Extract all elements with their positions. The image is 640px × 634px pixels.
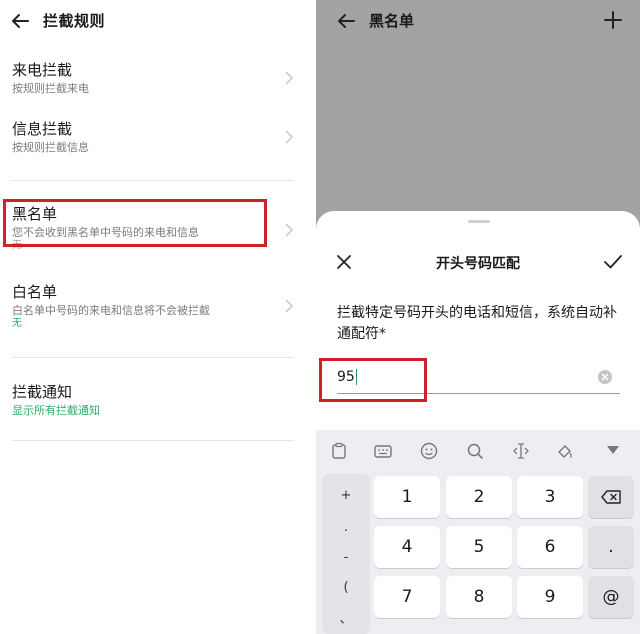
dot-key[interactable]: . [588,526,634,568]
cursor-move-icon[interactable] [512,442,530,460]
at-key[interactable]: @ [588,576,634,618]
chevron-right-icon [285,223,294,237]
highlight-box [3,199,267,247]
list-item-subtitle: 显示所有拦截通知 [12,404,100,417]
add-icon[interactable] [604,11,622,29]
list-item-title: 来电拦截 [12,61,73,79]
sheet-description: 拦截特定号码开头的电话和短信，系统自动补通配符* [337,305,617,342]
clipboard-icon[interactable] [330,442,348,460]
clear-input-icon[interactable] [598,370,612,384]
check-icon[interactable] [604,254,622,270]
list-item-title: 白名单 [12,283,58,301]
symbol-key[interactable]: . [322,520,370,535]
emoji-icon[interactable] [420,442,438,460]
blacklist-screen: 黑名单 开头号码匹配 拦截特定号码开头的电话和短信，系统自动补通配符* 95 +… [316,0,640,634]
divider [12,180,294,181]
divider [12,357,294,358]
key-4[interactable]: 4 [374,526,440,568]
back-arrow-icon[interactable] [336,11,356,31]
symbol-key[interactable]: 、 [322,608,370,627]
keyboard-toolbar [316,430,640,470]
chevron-right-icon [285,130,294,144]
key-6[interactable]: 6 [517,526,583,568]
list-item-call-intercept[interactable]: 来电拦截 按规则拦截来电 [12,60,294,96]
page-title: 黑名单 [369,12,415,30]
key-9[interactable]: 9 [517,576,583,618]
collapse-keyboard-icon[interactable] [606,444,620,456]
back-arrow-icon[interactable] [10,11,30,31]
chevron-right-icon [285,71,294,85]
list-item-title: 信息拦截 [12,120,73,138]
intercept-rules-screen: 拦截规则 来电拦截 按规则拦截来电 信息拦截 按规则拦截信息 黑名单 您不会收到… [0,0,314,634]
list-item-whitelist[interactable]: 白名单 白名单中号码的来电和信息将不会被拦截 无 [12,282,294,330]
list-item-subtitle: 按规则拦截信息 [12,141,89,154]
theme-brush-icon[interactable] [556,442,574,460]
list-item-title: 拦截通知 [12,383,73,401]
chevron-right-icon [285,299,294,313]
key-5[interactable]: 5 [446,526,512,568]
whitelist-count: 无 [12,318,22,329]
search-icon[interactable] [466,442,484,460]
divider [12,440,294,441]
key-8[interactable]: 8 [446,576,512,618]
sheet-handle[interactable] [468,220,490,223]
symbol-key[interactable]: + [322,488,370,503]
highlight-box [319,358,427,402]
keyboard-icon[interactable] [374,442,392,460]
list-item-subtitle: 按规则拦截来电 [12,82,89,95]
numeric-keyboard: + . - ( 、 1 2 3 4 5 6 . 7 8 9 @ [316,430,640,634]
key-2[interactable]: 2 [446,476,512,518]
sheet-title: 开头号码匹配 [436,256,520,272]
backspace-icon [601,490,621,504]
symbol-sidebar[interactable]: + . - ( 、 [322,474,370,634]
list-item-message-intercept[interactable]: 信息拦截 按规则拦截信息 [12,119,294,155]
symbol-key[interactable]: ( [322,580,370,595]
list-item-subtitle: 白名单中号码的来电和信息将不会被拦截 [12,304,210,317]
page-title: 拦截规则 [43,12,106,30]
key-7[interactable]: 7 [374,576,440,618]
key-1[interactable]: 1 [374,476,440,518]
list-item-intercept-notification[interactable]: 拦截通知 显示所有拦截通知 [12,382,294,418]
backspace-key[interactable] [588,476,634,518]
key-3[interactable]: 3 [517,476,583,518]
symbol-key[interactable]: - [322,550,370,565]
